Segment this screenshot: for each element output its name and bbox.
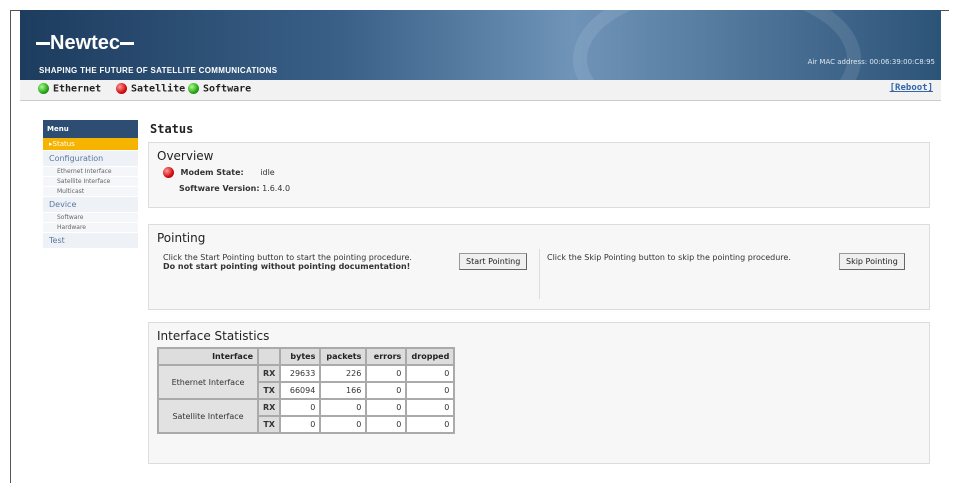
- pointing-warning: Do not start pointing without pointing d…: [163, 262, 411, 271]
- errors-cell: 0: [367, 366, 406, 381]
- sidebar-menu: Menu ▸Status Configuration Ethernet Inte…: [43, 120, 138, 249]
- col-packets: packets: [321, 349, 366, 364]
- modem-state-row: Modem State: idle: [163, 167, 929, 178]
- mac-address: Air MAC address: 00:06:39:00:C8:95: [807, 58, 935, 66]
- direction-cell: TX: [259, 383, 280, 398]
- direction-cell: TX: [259, 417, 280, 432]
- pointing-panel: Pointing Click the Start Pointing button…: [148, 224, 930, 310]
- interface-statistics-panel: Interface Statistics Interface bytes pac…: [148, 322, 930, 464]
- dropped-cell: 0: [407, 366, 454, 381]
- dropped-cell: 0: [407, 383, 454, 398]
- software-version-value: 1.6.4.0: [262, 184, 291, 193]
- bytes-cell: 0: [281, 400, 320, 415]
- status-green-icon: [38, 83, 49, 94]
- bytes-cell: 0: [281, 417, 320, 432]
- software-version-label: Software Version:: [179, 184, 260, 193]
- dropped-cell: 0: [407, 400, 454, 415]
- slogan: SHAPING THE FUTURE OF SATELLITE COMMUNIC…: [39, 66, 278, 75]
- menu-header: Menu: [43, 120, 138, 138]
- modem-state-label: Modem State:: [180, 168, 244, 177]
- packets-cell: 0: [321, 417, 366, 432]
- pointing-title: Pointing: [157, 231, 206, 245]
- reboot-link[interactable]: [Reboot]: [890, 83, 933, 93]
- modem-state-value: idle: [260, 168, 275, 177]
- packets-cell: 0: [321, 400, 366, 415]
- satellite-interface-label: Satellite Interface: [159, 400, 257, 432]
- status-bar: Ethernet Satellite Software [Reboot]: [20, 80, 941, 101]
- direction-cell: RX: [259, 400, 280, 415]
- packets-cell: 166: [321, 383, 366, 398]
- sidebar-item-hardware[interactable]: Hardware: [43, 223, 138, 233]
- table-row: Satellite Interface RX 0 0 0 0: [159, 400, 454, 432]
- start-pointing-text: Click the Start Pointing button to start…: [163, 253, 412, 271]
- start-pointing-button[interactable]: Start Pointing: [459, 253, 528, 270]
- sidebar-item-status[interactable]: ▸Status: [43, 138, 138, 151]
- software-status[interactable]: Software: [188, 83, 251, 95]
- overview-panel: Overview Modem State: idle Software Vers…: [148, 142, 930, 208]
- direction-cell: RX: [259, 366, 280, 381]
- sidebar-item-software[interactable]: Software: [43, 213, 138, 223]
- col-bytes: bytes: [281, 349, 320, 364]
- header-banner: Newtec SHAPING THE FUTURE OF SATELLITE C…: [20, 10, 941, 80]
- col-errors: errors: [367, 349, 406, 364]
- sidebar-item-multicast[interactable]: Multicast: [43, 187, 138, 197]
- sidebar-item-satellite-interface[interactable]: Satellite Interface: [43, 177, 138, 187]
- errors-cell: 0: [367, 400, 406, 415]
- status-red-icon: [116, 83, 127, 94]
- bytes-cell: 29633: [281, 366, 320, 381]
- dropped-cell: 0: [407, 417, 454, 432]
- status-green-icon: [188, 83, 199, 94]
- ethernet-interface-label: Ethernet Interface: [159, 366, 257, 398]
- stats-title: Interface Statistics: [157, 329, 270, 343]
- sidebar-item-test[interactable]: Test: [43, 233, 138, 249]
- divider: [539, 249, 540, 299]
- ethernet-status[interactable]: Ethernet: [38, 83, 101, 95]
- satellite-status[interactable]: Satellite: [116, 83, 185, 95]
- sidebar-item-ethernet-interface[interactable]: Ethernet Interface: [43, 167, 138, 177]
- errors-cell: 0: [367, 417, 406, 432]
- table-header-row: Interface bytes packets errors dropped: [159, 349, 454, 364]
- bytes-cell: 66094: [281, 383, 320, 398]
- modem-state-icon: [163, 167, 174, 178]
- sidebar-item-device[interactable]: Device: [43, 197, 138, 213]
- table-row: Ethernet Interface RX 29633 226 0 0: [159, 366, 454, 398]
- skip-pointing-button[interactable]: Skip Pointing: [839, 253, 905, 270]
- overview-title: Overview: [157, 149, 214, 163]
- skip-pointing-text: Click the Skip Pointing button to skip t…: [547, 253, 791, 262]
- page-title: Status: [150, 122, 194, 136]
- col-dropped: dropped: [407, 349, 454, 364]
- banner-swirl: [573, 10, 861, 80]
- main-content: Status Overview Modem State: idle Softwa…: [148, 120, 933, 464]
- errors-cell: 0: [367, 383, 406, 398]
- sidebar-item-configuration[interactable]: Configuration: [43, 151, 138, 167]
- col-interface: Interface: [159, 349, 257, 364]
- software-version-row: Software Version: 1.6.4.0: [179, 184, 929, 193]
- col-direction: [259, 349, 280, 364]
- newtec-logo: Newtec: [36, 32, 135, 55]
- packets-cell: 226: [321, 366, 366, 381]
- stats-table: Interface bytes packets errors dropped E…: [157, 347, 456, 434]
